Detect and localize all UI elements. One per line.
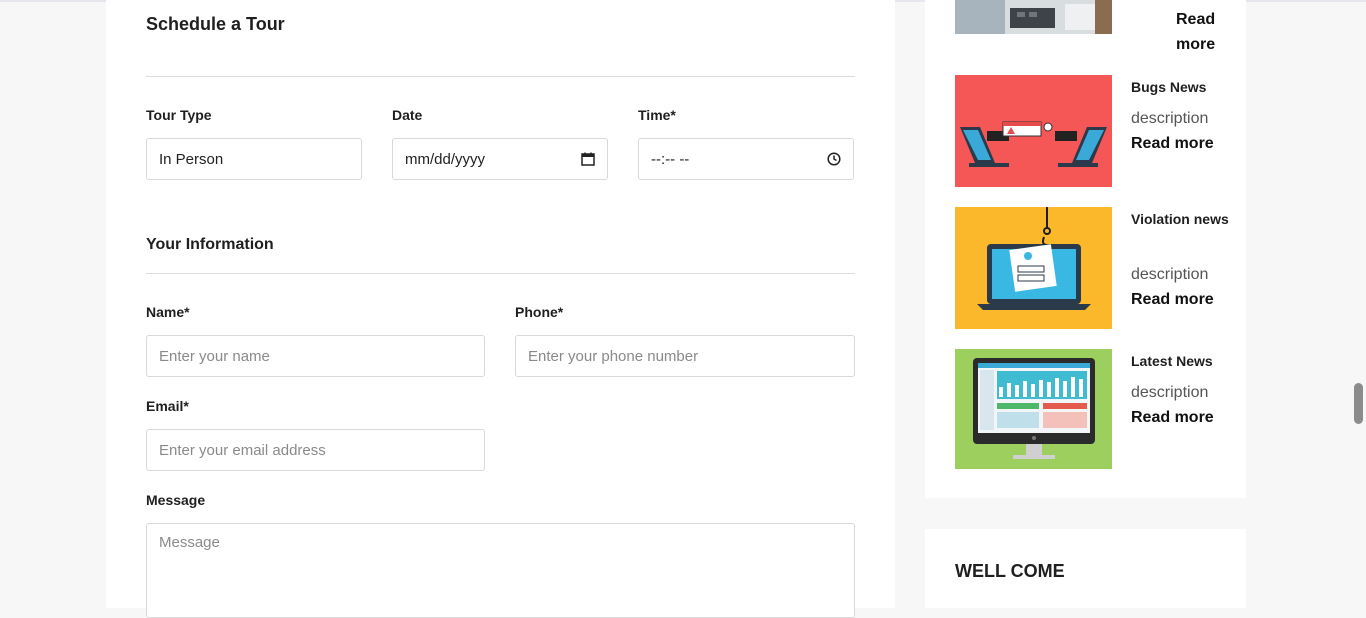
news-title[interactable]: Violation news [1131,207,1231,231]
message-textarea[interactable]: Message [146,523,855,618]
email-label: Email* [146,398,189,414]
clock-icon[interactable] [827,152,841,166]
read-more-link[interactable]: Read more [1176,7,1226,57]
dashboard-monitor-image [955,349,1112,469]
email-placeholder: Enter your email address [159,441,326,459]
news-thumbnail[interactable] [955,0,1112,34]
welcome-card: WELL COME [925,529,1246,608]
news-sidebar: Read more Bugs News description Read mor… [925,0,1246,498]
name-label: Name* [146,304,190,320]
news-description: description [1131,266,1209,283]
email-input[interactable]: Enter your email address [146,429,485,471]
read-more-link[interactable]: Read more [1131,409,1214,427]
your-information-title: Your Information [146,236,274,253]
time-label: Time* [638,107,676,123]
tour-type-label: Tour Type [146,107,212,123]
time-value: --:-- -- [651,150,690,168]
news-description: description [1131,384,1209,401]
phone-placeholder: Enter your phone number [528,347,699,365]
read-more-link[interactable]: Read more [1131,291,1214,309]
tour-type-value: In Person [159,150,224,168]
schedule-tour-card: Schedule a Tour Tour Type In Person Date… [106,0,895,618]
message-placeholder: Message [159,534,220,551]
message-label: Message [146,492,206,508]
schedule-title: Schedule a Tour [146,14,285,34]
section-divider [146,76,855,77]
calendar-icon[interactable] [581,152,595,166]
date-input[interactable]: mm/dd/yyyy [392,138,608,180]
read-more-link[interactable]: Read more [1131,135,1214,153]
news-title[interactable]: Bugs News [1131,75,1231,99]
date-label: Date [392,107,423,123]
phone-input[interactable]: Enter your phone number [515,335,855,377]
scrollbar-thumb[interactable] [1354,383,1363,424]
news-title[interactable]: Latest News [1131,349,1231,373]
news-description: description [1131,110,1209,127]
name-input[interactable]: Enter your name [146,335,485,377]
phone-label: Phone* [515,304,564,320]
office-desk-image [955,0,1112,34]
bug-error-image [955,75,1112,187]
time-input[interactable]: --:-- -- [638,138,854,180]
name-placeholder: Enter your name [159,347,270,365]
section-divider [146,273,855,274]
welcome-title: WELL COME [955,561,1065,581]
phishing-laptop-image [955,207,1112,329]
news-thumbnail[interactable] [955,75,1112,187]
date-value: mm/dd/yyyy [405,150,486,168]
news-thumbnail[interactable] [955,349,1112,469]
news-thumbnail[interactable] [955,207,1112,329]
tour-type-select[interactable]: In Person [146,138,362,180]
